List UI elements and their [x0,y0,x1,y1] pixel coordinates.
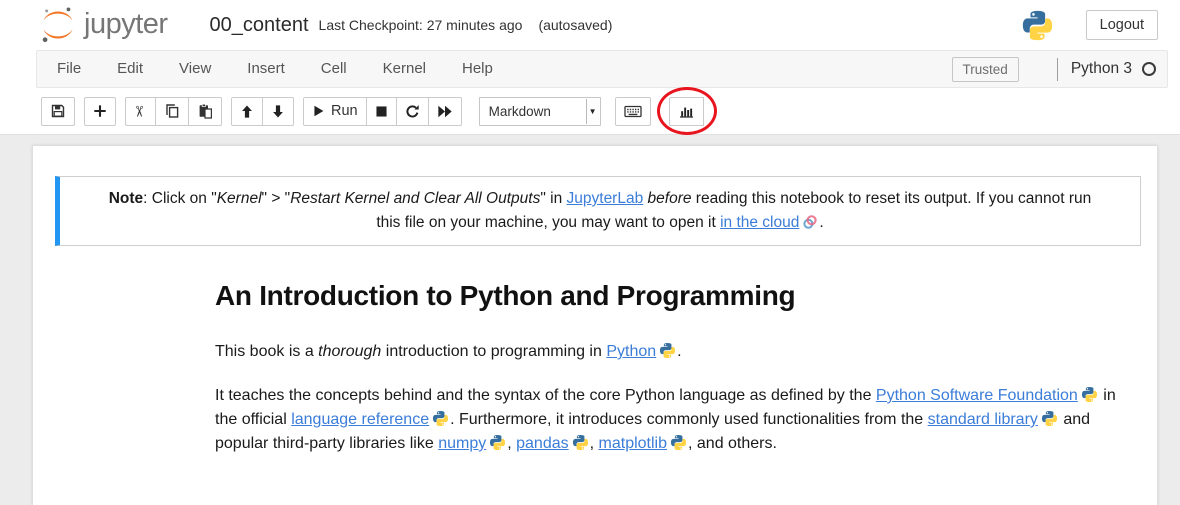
scissors-icon: ✂ [133,105,148,118]
note-label: Note [109,190,143,207]
jupyterlab-link[interactable]: JupyterLab [567,190,644,207]
play-icon [312,104,325,118]
move-cell-down-button[interactable] [262,97,294,126]
para-text: It teaches the concepts behind and the s… [215,387,876,404]
toolbar: ✂ [0,88,1180,134]
python-emoji-icon [1081,386,1098,403]
binder-icon [802,214,818,230]
para-text: introduction to programming in [381,343,606,360]
python-link[interactable]: Python [606,343,656,360]
psf-link[interactable]: Python Software Foundation [876,387,1078,404]
cell-type-dropdown[interactable]: Markdown ▼ [479,97,601,126]
notebook-header: jupyter 00_content Last Checkpoint: 27 m… [0,0,1180,50]
copy-cell-button[interactable] [155,97,189,126]
python-emoji-icon [489,434,506,451]
notebook-area: Note: Click on "Kernel" > "Restart Kerne… [0,134,1180,505]
restart-kernel-button[interactable] [396,97,429,126]
matplotlib-link[interactable]: matplotlib [599,435,667,452]
menu-row: File Edit View Insert Cell Kernel Help T… [0,50,1180,88]
menu-edit[interactable]: Edit [101,51,159,87]
pandas-link[interactable]: pandas [516,435,569,452]
kernel-name: Python 3 [1071,60,1132,78]
restart-icon [405,104,420,119]
notebook-page: Note: Click on "Kernel" > "Restart Kerne… [33,146,1157,505]
para-text: . Furthermore, it introduces commonly us… [450,411,928,428]
menu-cell[interactable]: Cell [305,51,363,87]
checkpoint-status: Last Checkpoint: 27 minutes ago [319,17,523,33]
paste-cell-button[interactable] [188,97,222,126]
fast-forward-icon [437,105,453,118]
stop-icon [375,105,388,118]
para-text: , [590,435,599,452]
python-logo-icon [1021,9,1054,42]
autosave-status: (autosaved) [538,17,612,33]
para-text: , and others. [688,435,777,452]
markdown-heading: An Introduction to Python and Programmin… [215,280,1123,312]
standard-library-link[interactable]: standard library [928,411,1038,428]
open-in-cloud-link[interactable]: in the cloud [720,214,799,231]
menu-insert[interactable]: Insert [231,51,301,87]
thorough-italic: thorough [318,343,381,360]
jupyter-logo[interactable]: jupyter [38,5,168,45]
cell-type-value: Markdown [489,104,551,119]
menu-view[interactable]: View [163,51,227,87]
python-emoji-icon [659,342,676,359]
arrow-down-icon [271,104,285,119]
bar-chart-icon [678,103,695,119]
command-palette-button[interactable] [615,97,651,126]
note-before-italic: before [648,190,692,207]
interrupt-kernel-button[interactable] [366,97,397,126]
para-text: This book is a [215,343,318,360]
insert-cell-button[interactable] [84,97,116,126]
note-text: " > " [262,190,291,207]
menubar-right: Trusted Python 3 [952,57,1167,82]
save-button[interactable] [41,97,75,126]
plus-icon [93,104,107,118]
chevron-down-icon: ▼ [586,99,599,124]
note-kernel-italic: Kernel [217,190,262,207]
save-icon [50,103,66,119]
trusted-button[interactable]: Trusted [952,57,1019,82]
para-text: . [677,343,681,360]
python-emoji-icon [572,434,589,451]
run-button-label: Run [331,103,358,119]
note-restart-italic: Restart Kernel and Clear All Outputs [290,190,540,207]
restart-run-all-button[interactable] [428,97,462,126]
para-text: , [507,435,516,452]
chart-button-wrap [669,97,704,126]
markdown-paragraph-1: This book is a thorough introduction to … [215,340,1122,364]
menubar: File Edit View Insert Cell Kernel Help T… [36,50,1168,88]
markdown-paragraph-2: It teaches the concepts behind and the s… [215,384,1122,456]
python-emoji-icon [670,434,687,451]
arrow-up-icon [240,104,254,119]
numpy-link[interactable]: numpy [438,435,486,452]
move-cell-up-button[interactable] [231,97,263,126]
note-text: " in [540,190,566,207]
python-emoji-icon [1041,410,1058,427]
note-callout: Note: Click on "Kernel" > "Restart Kerne… [55,176,1141,246]
keyboard-icon [624,104,642,119]
jupyter-logo-text: jupyter [84,8,168,41]
note-text: . [819,214,823,231]
jupyter-planet-icon [38,5,78,45]
copy-icon [164,103,180,119]
python-emoji-icon [432,410,449,427]
kernel-idle-icon [1141,61,1157,77]
paste-icon [197,103,213,119]
logout-button[interactable]: Logout [1086,10,1158,40]
note-text: : Click on " [143,190,217,207]
language-reference-link[interactable]: language reference [291,411,429,428]
bar-chart-button[interactable] [669,97,704,126]
run-cell-button[interactable]: Run [303,97,367,126]
menu-help[interactable]: Help [446,51,509,87]
cut-cell-button[interactable]: ✂ [125,97,156,126]
menu-file[interactable]: File [41,51,97,87]
notebook-title[interactable]: 00_content [210,14,309,37]
menu-kernel[interactable]: Kernel [367,51,442,87]
menubar-separator [1057,58,1058,81]
